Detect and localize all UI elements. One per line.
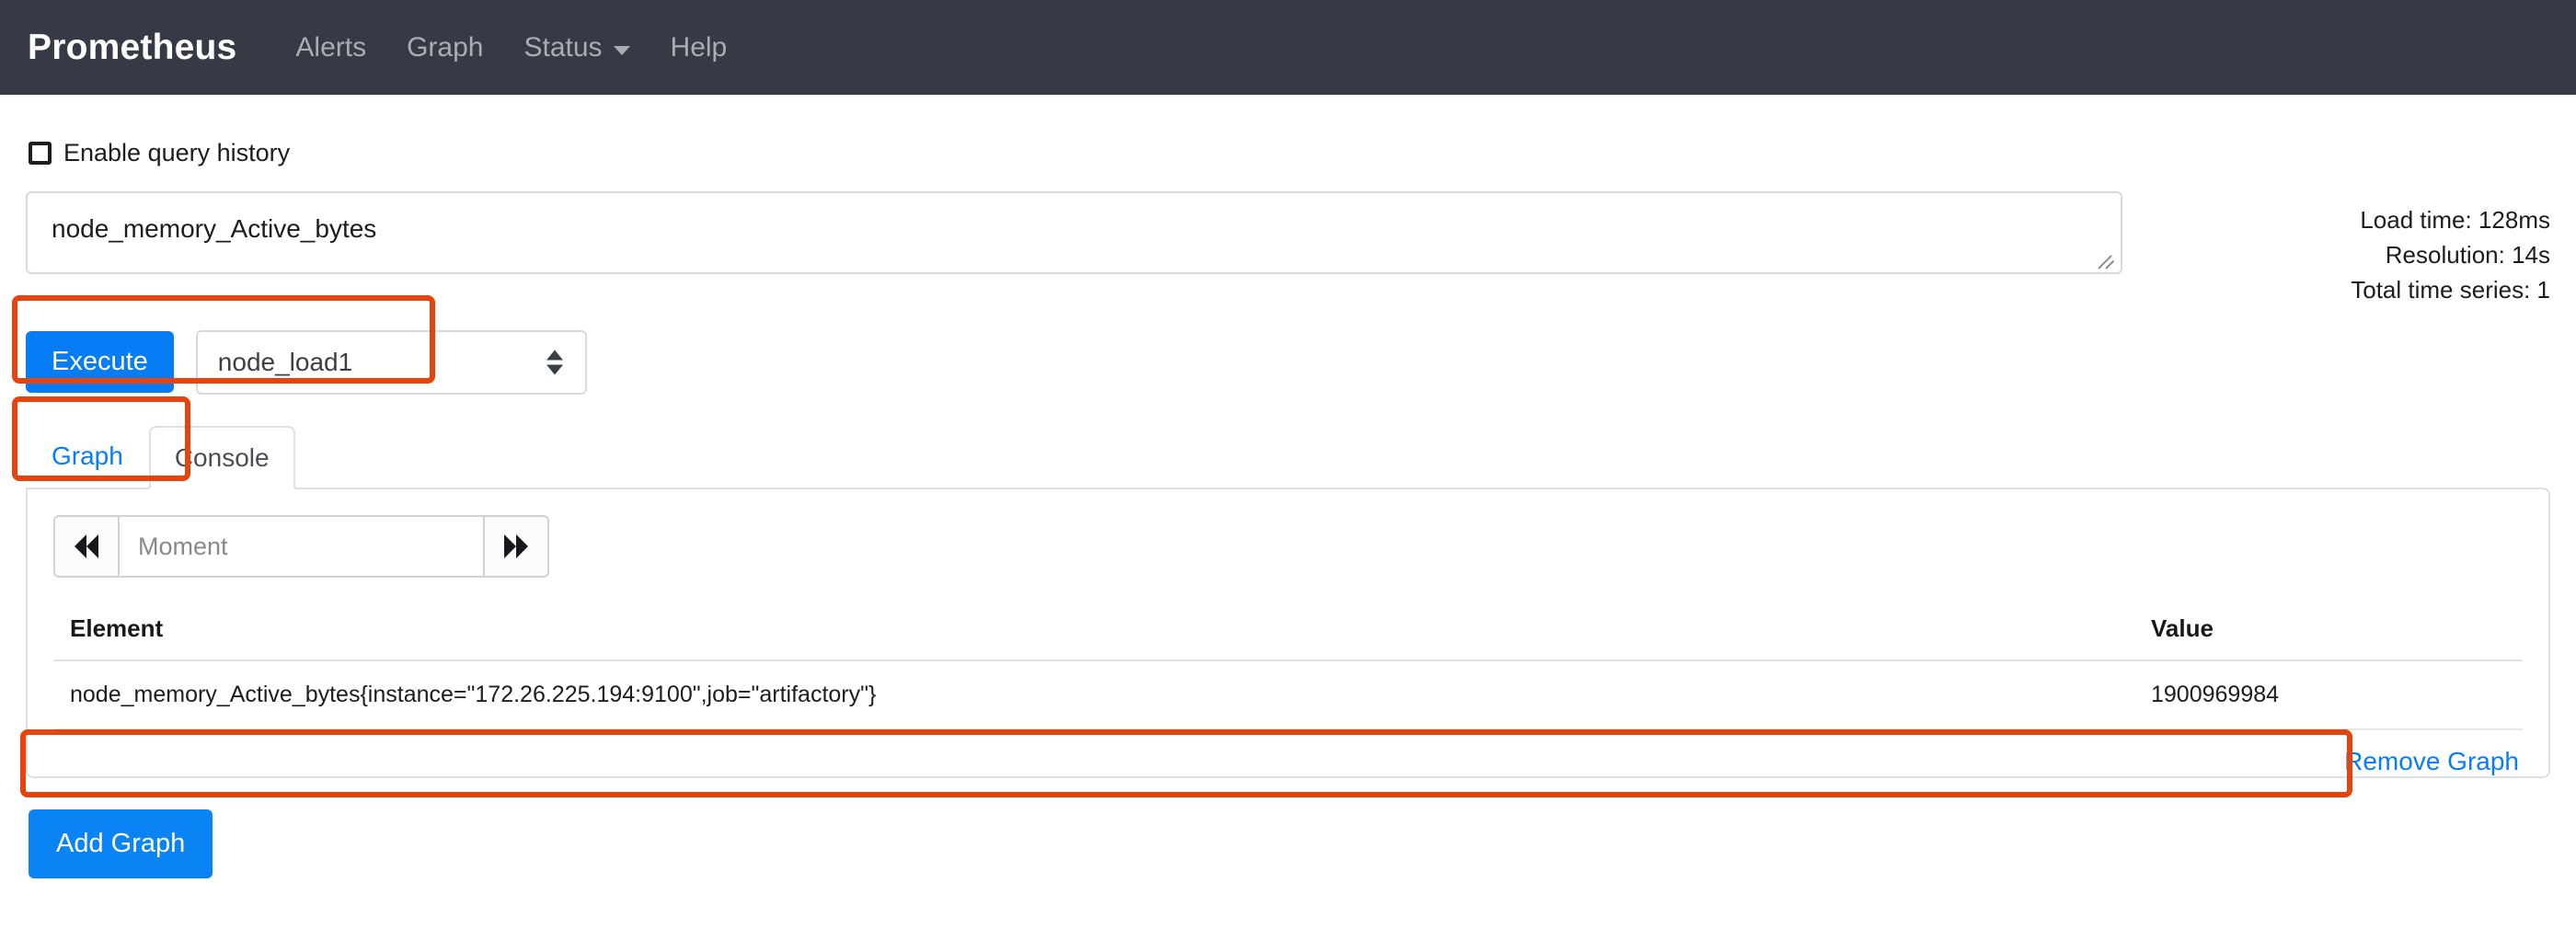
nav-links: Alerts Graph Status Help xyxy=(275,32,747,63)
results-table-body: node_memory_Active_bytes{instance="172.2… xyxy=(53,660,2523,729)
select-spinner-icon xyxy=(546,350,563,374)
page-content: Enable query history Load time: 128ms Re… xyxy=(0,95,2576,929)
nav-link-status[interactable]: Status xyxy=(503,32,650,63)
query-row: Load time: 128ms Resolution: 14s Total t… xyxy=(26,191,2550,308)
column-header-element: Element xyxy=(53,614,2127,660)
execute-button[interactable]: Execute xyxy=(26,331,174,393)
double-chevron-right-icon xyxy=(504,534,528,558)
load-time-text: Load time: 128ms xyxy=(2233,202,2550,237)
top-navbar: Prometheus Alerts Graph Status Help xyxy=(0,0,2576,95)
tab-graph[interactable]: Graph xyxy=(26,424,149,488)
table-header-row: Element Value xyxy=(53,614,2523,660)
moment-prev-button[interactable] xyxy=(53,515,120,578)
moment-row xyxy=(53,515,2523,578)
nav-link-graph[interactable]: Graph xyxy=(386,32,503,63)
nav-link-help-label: Help xyxy=(671,32,728,63)
query-expression-input[interactable] xyxy=(26,191,2122,274)
moment-input[interactable] xyxy=(120,515,483,578)
metric-select[interactable]: node_load1 xyxy=(196,330,587,395)
moment-next-button[interactable] xyxy=(483,515,549,578)
remove-graph-link[interactable]: Remove Graph xyxy=(2344,747,2519,775)
results-table-head: Element Value xyxy=(53,614,2523,660)
nav-link-status-label: Status xyxy=(523,32,602,63)
add-graph-row: Add Graph xyxy=(26,809,2550,878)
add-graph-button[interactable]: Add Graph xyxy=(29,809,213,878)
enable-query-history-checkbox[interactable] xyxy=(29,142,52,165)
console-panel: Element Value node_memory_Active_bytes{i… xyxy=(26,487,2550,778)
results-table: Element Value node_memory_Active_bytes{i… xyxy=(53,614,2523,730)
query-stats: Load time: 128ms Resolution: 14s Total t… xyxy=(2233,191,2550,308)
remove-graph-row: Remove Graph xyxy=(53,730,2523,776)
query-textarea-wrapper xyxy=(26,191,2122,274)
nav-link-graph-label: Graph xyxy=(407,32,483,63)
nav-link-help[interactable]: Help xyxy=(650,32,748,63)
metric-select-value: node_load1 xyxy=(218,348,352,377)
tab-console[interactable]: Console xyxy=(149,426,295,490)
nav-link-alerts-label: Alerts xyxy=(295,32,366,63)
brand-logo[interactable]: Prometheus xyxy=(28,28,236,68)
column-header-value: Value xyxy=(2127,614,2523,660)
nav-link-alerts[interactable]: Alerts xyxy=(275,32,386,63)
result-tabs: Graph Console xyxy=(26,424,2550,488)
table-row[interactable]: node_memory_Active_bytes{instance="172.2… xyxy=(53,660,2523,729)
resolution-text: Resolution: 14s xyxy=(2233,237,2550,272)
cell-value: 1900969984 xyxy=(2127,660,2523,729)
double-chevron-left-icon xyxy=(75,534,98,558)
total-time-series-text: Total time series: 1 xyxy=(2233,272,2550,307)
chevron-down-icon xyxy=(614,46,630,55)
query-history-row: Enable query history xyxy=(26,95,2550,167)
enable-query-history-label: Enable query history xyxy=(63,139,290,167)
cell-element: node_memory_Active_bytes{instance="172.2… xyxy=(53,660,2127,729)
execute-row: Execute node_load1 xyxy=(26,330,2550,395)
